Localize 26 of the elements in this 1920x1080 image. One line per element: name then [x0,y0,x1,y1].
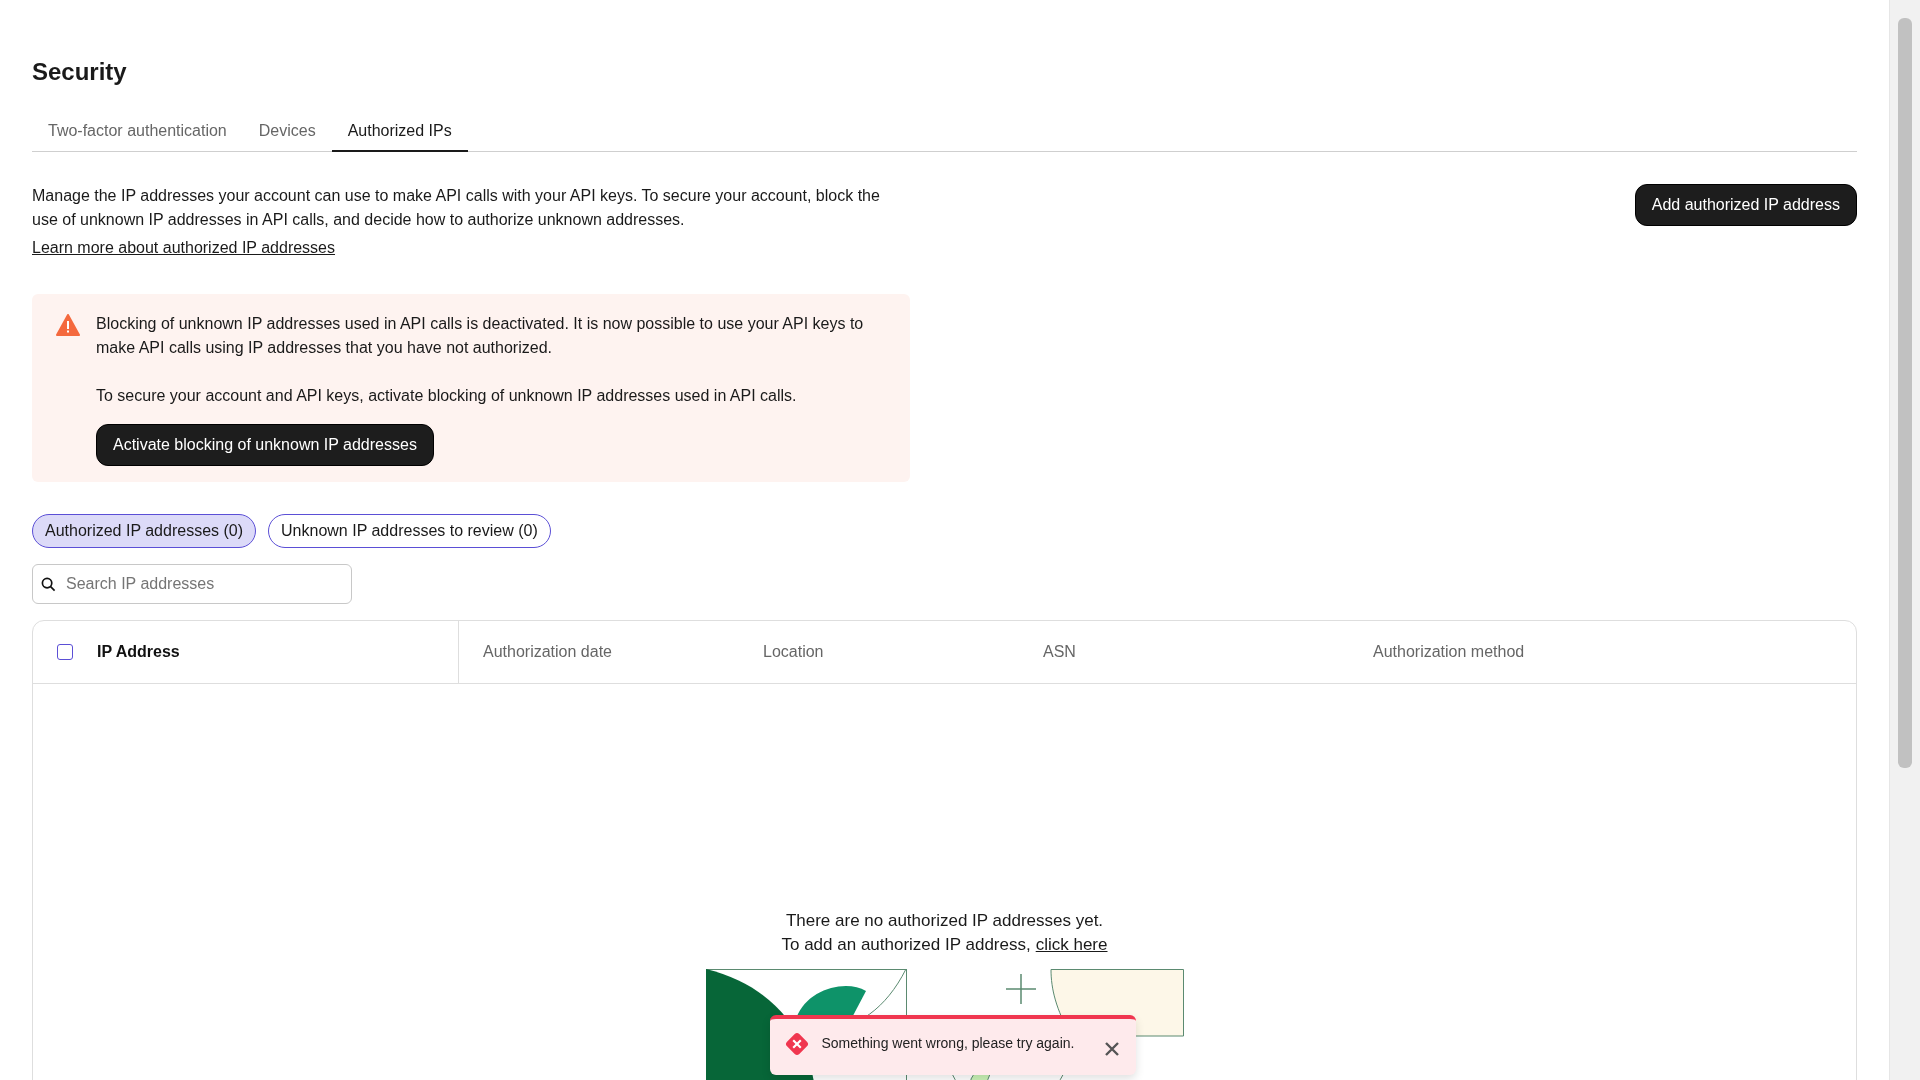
column-header: IP Address [97,643,180,661]
empty-message: There are no authorized IP addresses yet. [785,910,1104,932]
description-text: Manage the IP addresses your account can use to make API calls with your API keys. To secure your account, block the use of unknown IP addresses in API calls, and decide how to authorize unknown addresses. [32,186,881,230]
warning-icon [56,314,80,336]
alert-message: Blocking of unknown IP addresses used in API calls is deactivated. It is now possible to use your API keys to make API calls using IP addresses that you have not authorized. [96,314,865,358]
scrollbar[interactable] [1889,0,1920,1080]
tab[interactable]: Two-factor authentication [32,112,243,152]
click-here-link[interactable]: click here [1035,933,1108,957]
column-header: Location [763,643,824,661]
learn-more-link[interactable]: Learn more about authorized IP addresses [32,236,335,260]
tab[interactable]: Authorized IPs [331,112,468,152]
filter-chip[interactable]: Authorized IP addresses (0) [32,514,257,548]
column-header: Authorization date [483,643,612,661]
column-header: ASN [1043,643,1076,661]
toast-message: Something went wrong, please try again. [821,1035,1076,1051]
activate-blocking-button[interactable]: Activate blocking of unknown IP addresses [96,424,434,466]
column-header: Authorization method [1373,643,1525,661]
empty-hint: To add an authorized IP address, [781,934,1031,956]
select-all-checkbox[interactable] [57,644,73,660]
tab[interactable]: Devices [242,112,332,152]
page-title: Security [32,57,128,87]
search-field[interactable]: Search IP addresses [32,564,352,604]
filter-chip[interactable]: Unknown IP addresses to review (0) [268,514,551,548]
search-icon [41,577,56,592]
add-ip-button[interactable]: Add authorized IP address [1634,184,1857,226]
alert-instruction: To secure your account and API keys, activate blocking of unknown IP addresses used in API calls. [96,386,797,406]
